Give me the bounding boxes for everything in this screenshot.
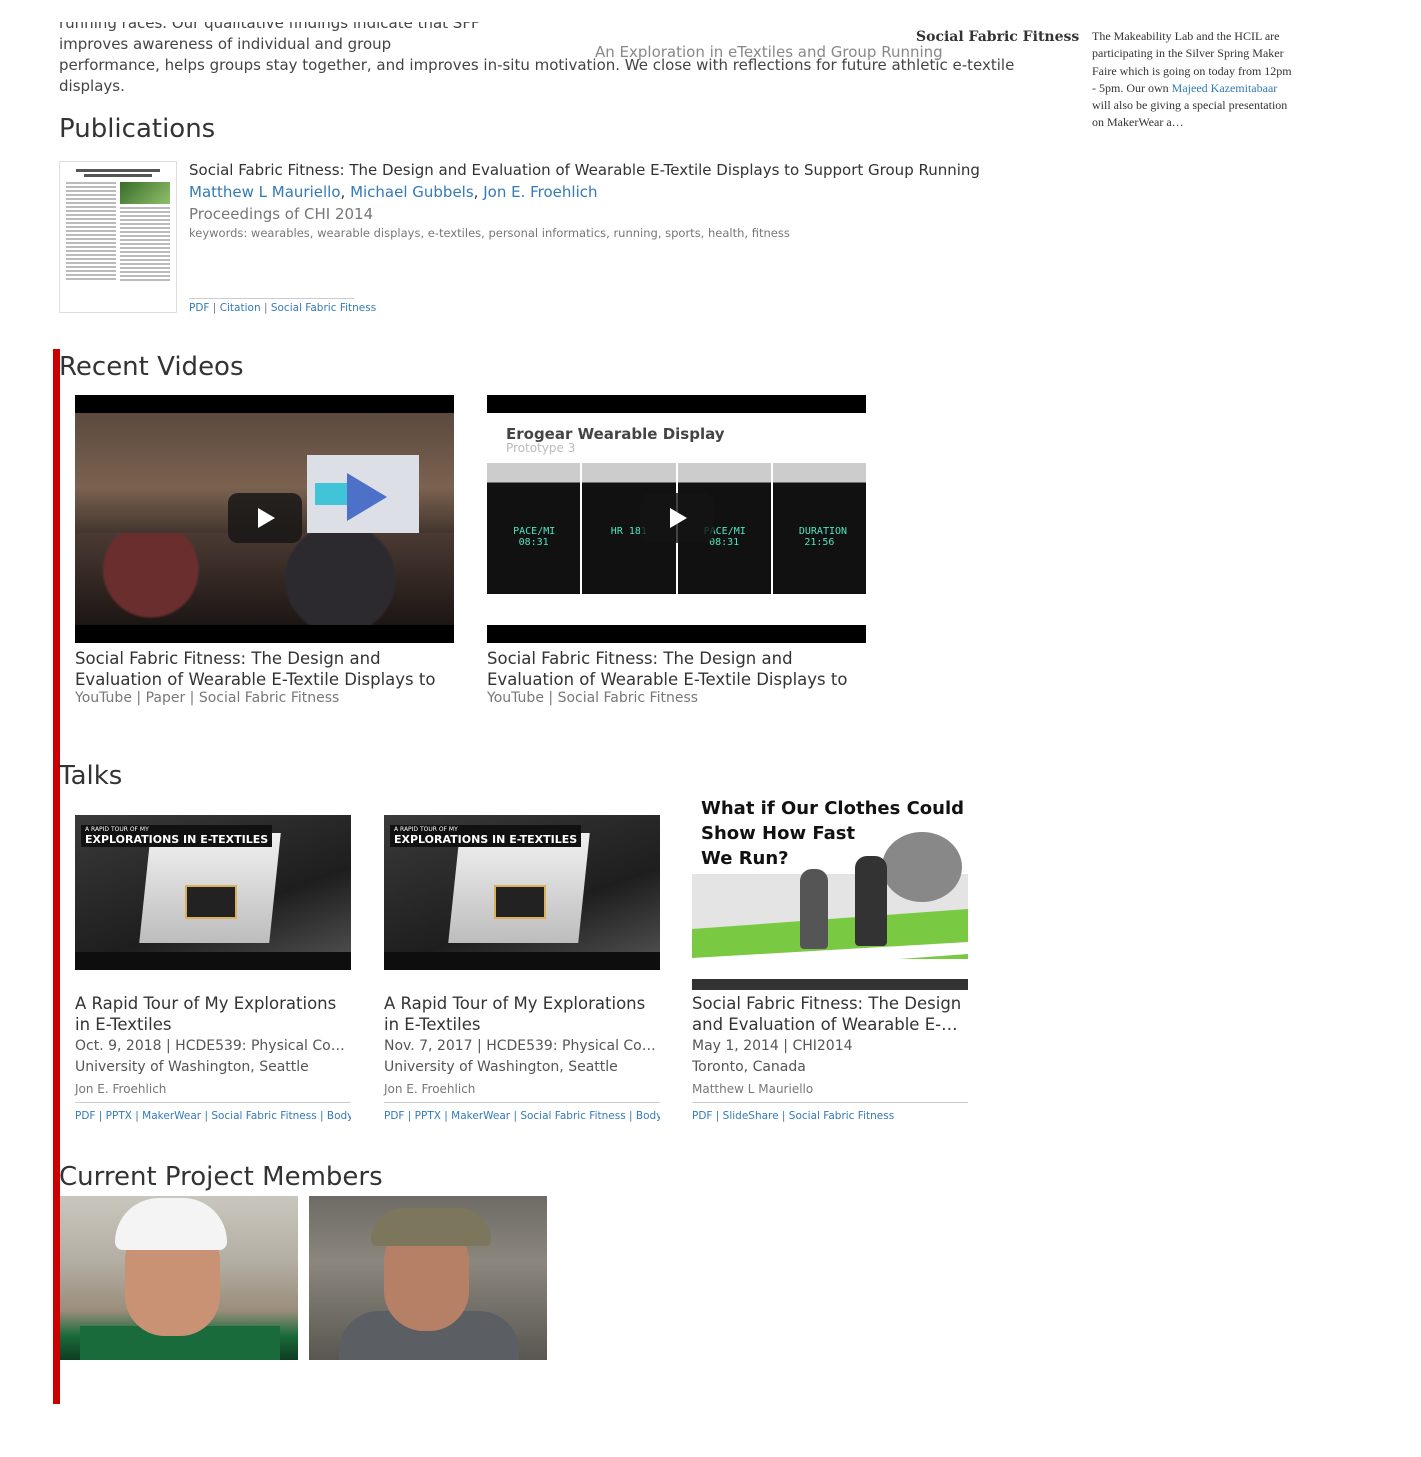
author-link[interactable]: Matthew L Mauriello <box>189 183 341 201</box>
publications-heading: Publications <box>59 114 216 144</box>
thumb-label: A RAPID TOUR OF MY EXPLORATIONS IN E-TEXT… <box>81 825 273 847</box>
member-photo-1[interactable] <box>60 1196 298 1360</box>
author-link[interactable]: Michael Gubbels <box>350 183 474 201</box>
author-link[interactable]: Jon E. Froehlich <box>483 183 597 201</box>
talk-thumbnail-3[interactable]: What if Our Clothes Could Show How Fast … <box>692 794 968 990</box>
publication-title: Social Fabric Fitness: The Design and Ev… <box>189 161 980 179</box>
section-accent-bar <box>53 349 60 1404</box>
poster-question: What if Our Clothes Could Show How Fast … <box>701 798 965 869</box>
video-player-2[interactable]: Erogear Wearable Display Prototype 3 PAC… <box>487 395 866 643</box>
talk-thumbnail-2[interactable]: A RAPID TOUR OF MY EXPLORATIONS IN E-TEXT… <box>384 815 660 970</box>
abstract-cut-line: running races. Our qualitative findings … <box>59 22 480 32</box>
play-icon[interactable] <box>228 493 302 543</box>
talk-title[interactable]: A Rapid Tour of My Explorations in E-Tex… <box>384 993 660 1035</box>
news-person-link[interactable]: Majeed Kazemitabaar <box>1172 81 1278 95</box>
project-subtitle: An Exploration in eTextiles and Group Ru… <box>595 43 943 61</box>
publication-authors: Matthew L Mauriello, Michael Gubbels, Jo… <box>189 183 598 201</box>
talk-title[interactable]: Social Fabric Fitness: The Design and Ev… <box>692 993 968 1035</box>
project-link[interactable]: Social Fabric Fitness <box>199 690 339 706</box>
helmet <box>115 1198 227 1250</box>
talk-links[interactable]: PDF | PPTX | MakerWear | Social Fabric F… <box>75 1106 351 1127</box>
publication-venue: Proceedings of CHI 2014 <box>189 205 374 223</box>
youtube-link[interactable]: YouTube <box>487 690 544 706</box>
talk-thumbnail-1[interactable]: A RAPID TOUR OF MY EXPLORATIONS IN E-TEXT… <box>75 815 351 970</box>
sidebar-news: The Makeability Lab and the HCIL are par… <box>1092 28 1292 132</box>
video-player-1[interactable] <box>75 395 454 643</box>
paper-link[interactable]: Paper <box>146 690 186 706</box>
youtube-link[interactable]: YouTube <box>75 690 132 706</box>
talk-place: University of Washington, Seattle <box>384 1059 618 1075</box>
video-title[interactable]: Social Fabric Fitness: The Design and Ev… <box>75 648 455 690</box>
recent-videos-heading: Recent Videos <box>59 352 244 382</box>
video-caption-1: Social Fabric Fitness: The Design and Ev… <box>75 648 455 709</box>
talk-place: Toronto, Canada <box>692 1059 806 1075</box>
talk-caption-1: A Rapid Tour of My Explorations in E-Tex… <box>75 993 351 1127</box>
talk-title[interactable]: A Rapid Tour of My Explorations in E-Tex… <box>75 993 351 1035</box>
talk-date-event: Oct. 9, 2018 | HCDE539: Physical Computi… <box>75 1038 351 1054</box>
audience <box>75 533 454 625</box>
video-frame-subtitle: Prototype 3 <box>506 441 576 455</box>
project-members-heading: Current Project Members <box>59 1162 383 1192</box>
shirt-display: DURATION 21:56 <box>772 463 866 594</box>
talk-speaker[interactable]: Jon E. Froehlich <box>75 1079 351 1103</box>
pdf-link[interactable]: PDF <box>189 302 209 314</box>
talks-heading: Talks <box>59 761 123 791</box>
publication-links: PDF | Citation | Social Fabric Fitness <box>189 298 376 314</box>
play-icon[interactable] <box>640 493 714 543</box>
thumb-label: A RAPID TOUR OF MY EXPLORATIONS IN E-TEXT… <box>390 825 582 847</box>
project-link[interactable]: Social Fabric Fitness <box>271 302 376 314</box>
video-links: YouTube | Social Fabric Fitness <box>487 690 699 706</box>
publication-keywords: keywords: wearables, wearable displays, … <box>189 226 790 240</box>
runner-illustration <box>800 869 828 949</box>
video-title[interactable]: Social Fabric Fitness: The Design and Ev… <box>487 648 867 690</box>
publication-thumbnail[interactable] <box>59 161 177 313</box>
talk-speaker[interactable]: Jon E. Froehlich <box>384 1079 660 1103</box>
project-link[interactable]: Social Fabric Fitness <box>558 690 698 706</box>
talk-links[interactable]: PDF | PPTX | MakerWear | Social Fabric F… <box>384 1106 660 1127</box>
member-photo-2[interactable] <box>309 1196 547 1360</box>
talk-caption-3: Social Fabric Fitness: The Design and Ev… <box>692 993 968 1127</box>
talk-date-event: Nov. 7, 2017 | HCDE539: Physical Computi… <box>384 1038 660 1054</box>
talk-caption-2: A Rapid Tour of My Explorations in E-Tex… <box>384 993 660 1127</box>
video-caption-2: Social Fabric Fitness: The Design and Ev… <box>487 648 867 709</box>
projector-screen <box>307 455 419 540</box>
abstract-line-2: performance, helps groups stay together,… <box>59 56 1015 95</box>
cap <box>371 1208 491 1246</box>
news-text-end: will also be giving a special presentati… <box>1092 98 1288 130</box>
talk-date-event: May 1, 2014 | CHI2014 <box>692 1038 853 1054</box>
talk-speaker[interactable]: Matthew L Mauriello <box>692 1079 968 1103</box>
citation-link[interactable]: Citation <box>220 302 261 314</box>
video-links: YouTube | Paper | Social Fabric Fitness <box>75 690 340 706</box>
talk-links[interactable]: PDF | SlideShare | Social Fabric Fitness <box>692 1106 968 1127</box>
talk-place: University of Washington, Seattle <box>75 1059 309 1075</box>
shirt-display: PACE/MI 08:31 <box>487 463 581 594</box>
